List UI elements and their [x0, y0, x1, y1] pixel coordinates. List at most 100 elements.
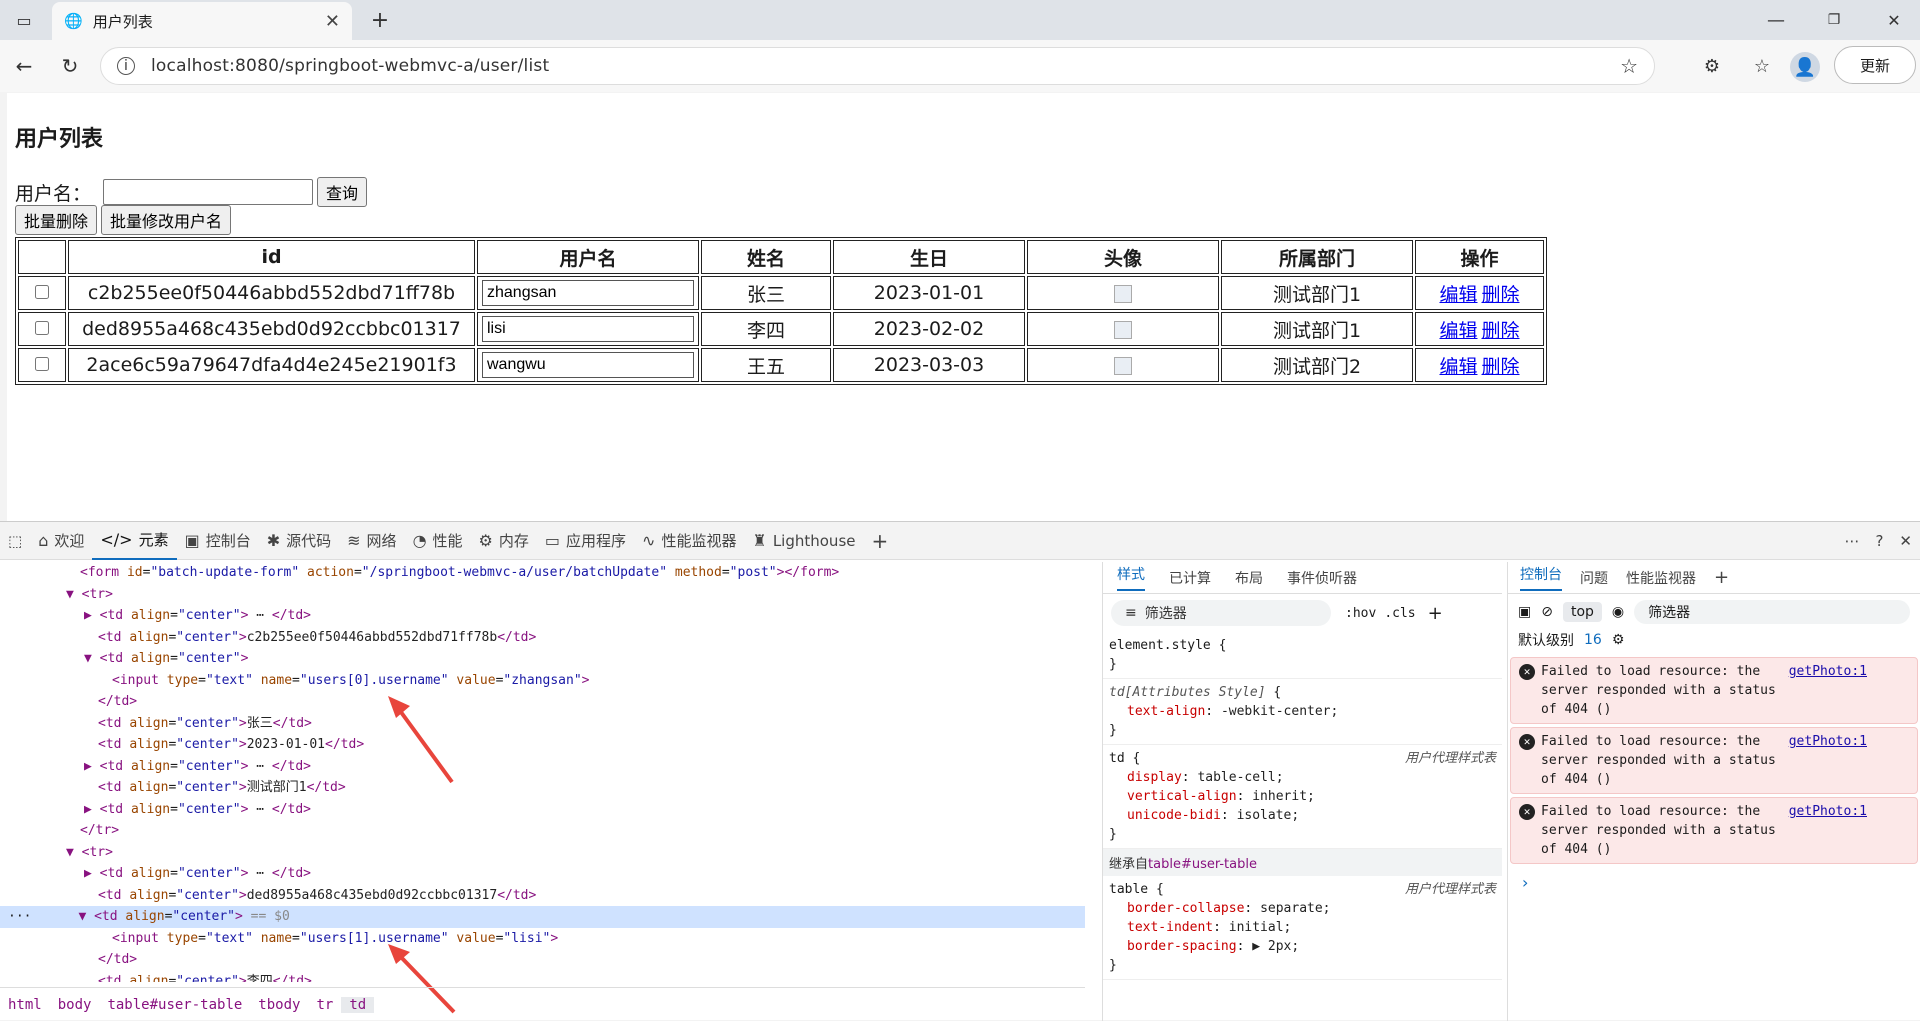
delete-link[interactable]: 删除	[1482, 320, 1520, 342]
styles-filter-input[interactable]: ≡ 筛选器	[1111, 600, 1331, 626]
cls-toggle[interactable]: .cls	[1384, 606, 1415, 621]
dom-node[interactable]: </tr>	[0, 820, 1085, 842]
error-source-link[interactable]: getPhoto:1	[1789, 732, 1867, 751]
reload-icon[interactable]: ↻	[56, 52, 84, 80]
style-rule[interactable]: table { 用户代理样式表 border-collapse: separate…	[1103, 876, 1502, 980]
drawer-tab-perf-monitor[interactable]: 性能监视器	[1626, 568, 1696, 588]
crumb-body[interactable]: body	[50, 997, 100, 1013]
favorites-icon[interactable]: ☆	[1748, 52, 1776, 80]
elements-tree[interactable]: <form id="batch-update-form" action="/sp…	[0, 562, 1085, 982]
tab-performance-monitor[interactable]: ∿ 性能监视器	[634, 522, 744, 560]
row-checkbox[interactable]	[35, 321, 49, 335]
back-icon[interactable]: ←	[10, 52, 38, 80]
tab-network[interactable]: ≋ 网络	[339, 522, 404, 560]
update-button[interactable]: 更新	[1834, 46, 1916, 84]
search-button[interactable]: 查询	[317, 177, 368, 207]
style-rule[interactable]: td { 用户代理样式表 display: table-cell; vertical…	[1103, 745, 1502, 849]
new-rule-icon[interactable]: +	[1428, 603, 1443, 624]
dom-node-selected[interactable]: ··· ▼ <td align="center"> == $0	[0, 906, 1085, 928]
profile-avatar[interactable]: 👤	[1790, 52, 1820, 82]
more-options-icon[interactable]: ⋯	[1836, 522, 1867, 560]
edit-link[interactable]: 编辑	[1439, 284, 1477, 306]
crumb-table[interactable]: table#user-table	[99, 997, 250, 1013]
inherited-from[interactable]: table#user-table	[1148, 857, 1257, 872]
console-filter-input[interactable]: 筛选器	[1634, 600, 1910, 624]
favorite-star-icon[interactable]: ☆	[1620, 54, 1638, 78]
extensions-icon[interactable]: ⚙	[1698, 52, 1726, 80]
settings-gear-icon[interactable]: ⚙	[1612, 632, 1625, 648]
eye-icon[interactable]: ◉	[1612, 604, 1624, 620]
new-tab-icon[interactable]: +	[366, 6, 394, 34]
dom-node[interactable]: <form id="batch-update-form" action="/sp…	[0, 562, 1085, 584]
dom-node[interactable]: <td align="center">ded8955a468c435ebd0d9…	[0, 885, 1085, 907]
device-toolbar-icon[interactable]: ⬚	[0, 522, 30, 560]
error-source-link[interactable]: getPhoto:1	[1789, 662, 1867, 681]
browser-tab[interactable]: 🌐 用户列表 ✕	[52, 2, 352, 40]
restore-icon[interactable]: ❐	[1822, 8, 1846, 32]
issues-badge[interactable]: 16	[1584, 632, 1602, 648]
tab-styles[interactable]: 样式	[1117, 564, 1145, 591]
info-icon[interactable]: i	[117, 57, 135, 75]
dom-node[interactable]: <input type="text" name="users[1].userna…	[0, 928, 1085, 950]
log-level-select[interactable]: 默认级别	[1518, 630, 1574, 650]
console-prompt-icon[interactable]: ›	[1508, 867, 1920, 898]
dom-node[interactable]: </td>	[0, 949, 1085, 971]
dom-node[interactable]: <td align="center">2023-01-01</td>	[0, 734, 1085, 756]
tab-elements[interactable]: </> 元素	[92, 522, 177, 560]
batch-delete-button[interactable]: 批量删除	[15, 205, 98, 235]
tab-sources[interactable]: ✱ 源代码	[259, 522, 339, 560]
dom-node[interactable]: ▼ <tr>	[0, 584, 1085, 606]
delete-link[interactable]: 删除	[1482, 284, 1520, 306]
sidebar-toggle-icon[interactable]: ▣	[1518, 604, 1531, 620]
tab-welcome[interactable]: ⌂ 欢迎	[30, 522, 92, 560]
username-input[interactable]	[482, 352, 694, 378]
close-devtools-icon[interactable]: ✕	[1891, 522, 1920, 560]
error-source-link[interactable]: getPhoto:1	[1789, 802, 1867, 821]
dom-node[interactable]: ▶ <td align="center"> ⋯ </td>	[0, 799, 1085, 821]
dom-node[interactable]: ▶ <td align="center"> ⋯ </td>	[0, 863, 1085, 885]
username-input[interactable]	[482, 316, 694, 342]
style-rule[interactable]: element.style {}	[1103, 632, 1502, 679]
dom-node[interactable]: <input type="text" name="users[0].userna…	[0, 670, 1085, 692]
url-input[interactable]: i localhost:8080/springboot-webmvc-a/use…	[100, 47, 1655, 85]
username-input[interactable]	[482, 280, 694, 306]
drawer-tab-issues[interactable]: 问题	[1580, 568, 1608, 588]
crumb-tbody[interactable]: tbody	[250, 997, 308, 1013]
edit-link[interactable]: 编辑	[1439, 356, 1477, 378]
row-checkbox[interactable]	[35, 357, 49, 371]
dom-node[interactable]: <td align="center">测试部门1</td>	[0, 777, 1085, 799]
edit-link[interactable]: 编辑	[1439, 320, 1477, 342]
tab-console[interactable]: ▣ 控制台	[177, 522, 259, 560]
dom-node[interactable]: ▶ <td align="center"> ⋯ </td>	[0, 756, 1085, 778]
tab-actions-icon[interactable]: ▭	[12, 8, 36, 32]
hov-toggle[interactable]: :hov	[1345, 606, 1376, 621]
dom-node[interactable]: ▶ <td align="center"> ⋯ </td>	[0, 605, 1085, 627]
dom-node[interactable]: <td align="center">c2b255ee0f50446abbd55…	[0, 627, 1085, 649]
tab-lighthouse[interactable]: ♜ Lighthouse	[744, 522, 863, 560]
dom-node[interactable]: ▼ <td align="center">	[0, 648, 1085, 670]
clear-console-icon[interactable]: ⊘	[1541, 604, 1553, 620]
dom-node[interactable]: <td align="center">李四</td>	[0, 971, 1085, 983]
crumb-html[interactable]: html	[0, 997, 50, 1013]
close-tab-icon[interactable]: ✕	[325, 11, 340, 32]
dom-node[interactable]: <td align="center">张三</td>	[0, 713, 1085, 735]
drawer-add-icon[interactable]: +	[1714, 567, 1729, 588]
minimize-icon[interactable]: —	[1764, 8, 1788, 32]
batch-update-button[interactable]: 批量修改用户名	[101, 205, 232, 235]
dom-node[interactable]: ▼ <tr>	[0, 842, 1085, 864]
dom-node[interactable]: </td>	[0, 691, 1085, 713]
context-select[interactable]: top	[1562, 602, 1602, 622]
add-tab-icon[interactable]: +	[863, 522, 896, 560]
window-close-icon[interactable]: ✕	[1882, 8, 1906, 32]
tab-computed[interactable]: 已计算	[1169, 568, 1211, 588]
username-search-input[interactable]	[103, 179, 314, 205]
style-rule[interactable]: td[Attributes Style] {text-align: -webki…	[1103, 679, 1502, 745]
delete-link[interactable]: 删除	[1482, 356, 1520, 378]
tab-layout[interactable]: 布局	[1235, 568, 1263, 588]
tab-performance[interactable]: ◔ 性能	[405, 522, 471, 560]
tab-memory[interactable]: ⚙ 内存	[471, 522, 537, 560]
help-icon[interactable]: ?	[1867, 522, 1891, 560]
crumb-tr[interactable]: tr	[308, 997, 341, 1013]
drawer-tab-console[interactable]: 控制台	[1520, 564, 1562, 591]
tab-event-listeners[interactable]: 事件侦听器	[1287, 568, 1357, 588]
